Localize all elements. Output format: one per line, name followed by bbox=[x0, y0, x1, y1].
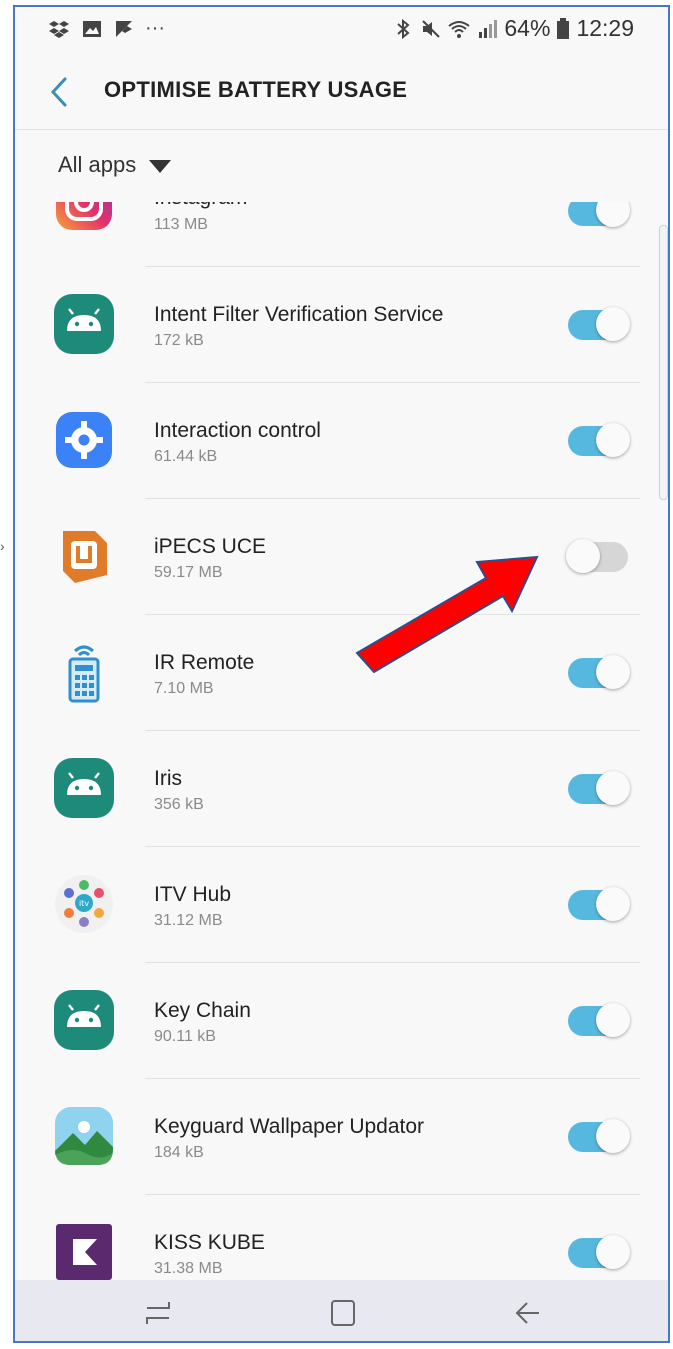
app-name: ITV Hub bbox=[154, 883, 232, 906]
list-item[interactable]: Key Chain 90.11 kB bbox=[15, 962, 668, 1079]
remote-control-icon bbox=[68, 645, 100, 703]
battery-icon bbox=[557, 17, 570, 39]
dropdown-triangle-icon bbox=[149, 160, 171, 173]
list-item[interactable]: KISS KUBE 31.38 MB bbox=[15, 1194, 668, 1280]
app-name: IR Remote bbox=[154, 651, 255, 674]
landscape-wallpaper-icon bbox=[55, 1107, 113, 1165]
app-name: KISS KUBE bbox=[154, 1231, 265, 1254]
app-size: 172 kB bbox=[154, 332, 204, 349]
app-size: 184 kB bbox=[154, 1144, 204, 1161]
app-list: Instagram 113 MB Intent Filter Verificat… bbox=[15, 202, 668, 1280]
scrollbar-thumb[interactable] bbox=[659, 225, 668, 500]
filter-label: All apps bbox=[58, 152, 137, 177]
app-size: 113 MB bbox=[154, 216, 208, 233]
battery-percent: 64% bbox=[504, 15, 551, 41]
app-header: OPTIMISE BATTERY USAGE bbox=[15, 55, 668, 129]
battery-optimise-toggle[interactable] bbox=[568, 887, 630, 921]
page-title: OPTIMISE BATTERY USAGE bbox=[104, 77, 408, 102]
navigation-bar bbox=[15, 1280, 668, 1341]
battery-optimise-toggle[interactable] bbox=[568, 307, 630, 341]
itv-hub-icon: itv bbox=[55, 875, 113, 933]
app-name: Intent Filter Verification Service bbox=[154, 303, 444, 326]
settings-gear-icon bbox=[56, 412, 112, 468]
signal-icon bbox=[479, 19, 498, 38]
home-icon[interactable] bbox=[326, 1298, 360, 1328]
list-item[interactable]: Interaction control 61.44 kB bbox=[15, 382, 668, 499]
red-arrow-pointer-icon bbox=[355, 555, 539, 674]
mute-icon bbox=[422, 19, 441, 38]
app-name: Interaction control bbox=[154, 419, 321, 442]
app-size: 356 kB bbox=[154, 796, 204, 813]
flipboard-icon bbox=[116, 20, 132, 37]
app-filter-dropdown[interactable]: All apps bbox=[15, 130, 668, 202]
app-size: 59.17 MB bbox=[154, 564, 223, 581]
app-size: 31.12 MB bbox=[154, 912, 223, 929]
app-name: iPECS UCE bbox=[154, 535, 267, 558]
more-dots-icon: ··· bbox=[145, 17, 165, 39]
chevron-left-icon[interactable] bbox=[45, 75, 75, 109]
app-size: 90.11 kB bbox=[154, 1028, 216, 1045]
app-name: Instagram bbox=[154, 202, 247, 210]
android-icon bbox=[54, 758, 114, 818]
list-item[interactable]: Keyguard Wallpaper Updator 184 kB bbox=[15, 1078, 668, 1195]
list-item[interactable]: Intent Filter Verification Service 172 k… bbox=[15, 266, 668, 383]
battery-optimise-toggle[interactable] bbox=[568, 655, 630, 689]
list-item[interactable]: Instagram 113 MB bbox=[15, 202, 668, 267]
battery-optimise-toggle[interactable] bbox=[568, 423, 630, 457]
clock: 12:29 bbox=[576, 15, 634, 41]
kiss-kube-icon bbox=[56, 1224, 112, 1280]
status-bar: ··· 64% 12:29 bbox=[15, 7, 668, 53]
ipecs-icon bbox=[63, 531, 107, 583]
instagram-icon bbox=[56, 202, 112, 230]
bluetooth-icon bbox=[397, 18, 410, 39]
android-icon bbox=[54, 294, 114, 354]
android-icon bbox=[54, 990, 114, 1050]
battery-optimise-toggle[interactable] bbox=[568, 771, 630, 805]
app-size: 31.38 MB bbox=[154, 1260, 223, 1277]
back-arrow-icon[interactable] bbox=[511, 1298, 545, 1328]
app-name: Iris bbox=[154, 767, 182, 790]
dropbox-icon bbox=[49, 20, 69, 38]
list-item[interactable]: itv ITV Hub 31.12 MB bbox=[15, 846, 668, 963]
app-size: 7.10 MB bbox=[154, 680, 214, 697]
gallery-icon bbox=[83, 20, 101, 37]
app-name: Keyguard Wallpaper Updator bbox=[154, 1115, 425, 1138]
app-size: 61.44 kB bbox=[154, 448, 218, 465]
battery-optimise-toggle[interactable] bbox=[568, 1003, 630, 1037]
wifi-icon bbox=[448, 20, 471, 38]
battery-optimise-toggle[interactable] bbox=[566, 539, 628, 573]
list-item[interactable]: Iris 356 kB bbox=[15, 730, 668, 847]
edge-marker: › bbox=[0, 538, 5, 554]
battery-optimise-toggle[interactable] bbox=[568, 1119, 630, 1153]
svg-text:itv: itv bbox=[79, 899, 89, 908]
battery-optimise-toggle[interactable] bbox=[568, 202, 630, 227]
battery-optimise-toggle[interactable] bbox=[568, 1235, 630, 1269]
app-name: Key Chain bbox=[154, 999, 251, 1022]
recents-icon[interactable] bbox=[141, 1298, 175, 1328]
